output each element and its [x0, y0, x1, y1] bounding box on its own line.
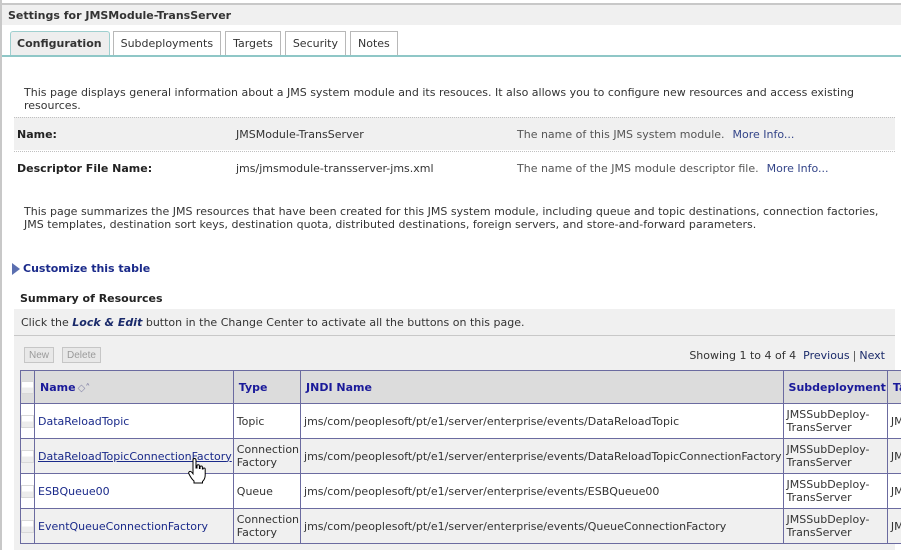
resource-name-link[interactable]: DataReloadTopic	[38, 415, 129, 428]
type-cell: Topic	[232, 403, 302, 439]
row-checkbox[interactable]	[21, 414, 34, 428]
resource-name-link[interactable]: EventQueueConnectionFactory	[38, 520, 208, 533]
tab-configuration[interactable]: Configuration	[10, 31, 110, 56]
new-button[interactable]: New	[24, 347, 55, 363]
row-select-cell	[20, 438, 35, 474]
jndi-cell: jms/com/peoplesoft/pt/e1/server/enterpri…	[300, 508, 784, 544]
jndi-cell: jms/com/peoplesoft/pt/e1/server/enterpri…	[300, 438, 784, 474]
previous-link[interactable]: Previous	[803, 349, 850, 362]
tab-bar: Configuration Subdeployments Targets Sec…	[10, 31, 402, 56]
customize-label: Customize this table	[23, 262, 151, 275]
tab-targets[interactable]: Targets	[225, 31, 281, 56]
targets-cell: JMSServer1	[886, 508, 901, 544]
row-checkbox[interactable]	[21, 449, 34, 463]
property-help: The name of the JMS module descriptor fi…	[517, 162, 829, 175]
column-label: Name	[40, 380, 76, 394]
property-value: JMSModule-TransServer	[236, 128, 364, 141]
tab-security[interactable]: Security	[284, 31, 346, 56]
pager-separator: |	[852, 349, 857, 362]
intro-text: This page displays general information a…	[24, 86, 855, 112]
customize-table-toggle[interactable]: Customize this table	[12, 262, 150, 275]
column-header-name[interactable]: Name ◇˄	[34, 370, 234, 404]
property-row-name: Name: JMSModule-TransServer The name of …	[14, 117, 895, 150]
name-cell: DataReloadTopic	[34, 403, 234, 439]
table-row: DataReloadTopic Topic jms/com/peoplesoft…	[20, 403, 901, 439]
page-title: Settings for JMSModule-TransServer	[2, 3, 901, 25]
sort-ascending-icon[interactable]: ◇˄	[78, 383, 91, 394]
subdeployment-cell: JMSSubDeploy-TransServer	[782, 473, 888, 509]
delete-button[interactable]: Delete	[62, 347, 101, 363]
type-cell: Connection Factory	[232, 508, 302, 544]
property-value: jms/jmsmodule-transserver-jms.xml	[236, 162, 434, 175]
lock-msg-text: Click the	[21, 316, 73, 329]
resources-table: Name◇˄ Type JNDI Name Subdeployment Targ…	[20, 370, 901, 544]
subdeployment-cell: JMSSubDeploy-TransServer	[782, 403, 888, 439]
pagination-status: Showing 1 to 4 of 4	[689, 349, 797, 362]
expand-triangle-icon	[12, 262, 20, 275]
row-select-cell	[20, 473, 35, 509]
property-label: Descriptor File Name:	[17, 162, 153, 175]
row-select-cell	[20, 403, 35, 439]
property-label: Name:	[17, 128, 57, 141]
lock-edit-emphasis: Lock & Edit	[72, 316, 143, 329]
resource-name-link[interactable]: ESBQueue00	[38, 485, 110, 498]
tab-subdeployments[interactable]: Subdeployments	[112, 31, 222, 56]
table-row: EventQueueConnectionFactory Connection F…	[20, 508, 901, 544]
row-select-cell	[20, 508, 35, 544]
targets-cell: JMSServer1	[886, 473, 901, 509]
subdeployment-cell: JMSSubDeploy-TransServer	[782, 508, 888, 544]
column-header-jndi-name[interactable]: JNDI Name	[300, 370, 784, 404]
table-row: ESBQueue00 Queue jms/com/peoplesoft/pt/e…	[20, 473, 901, 509]
summary-description: This page summarizes the JMS resources t…	[24, 205, 879, 231]
jndi-cell: jms/com/peoplesoft/pt/e1/server/enterpri…	[300, 403, 784, 439]
tab-divider	[2, 55, 901, 57]
lock-edit-message: Click the Lock & Edit button in the Chan…	[14, 309, 895, 335]
property-row-descriptor: Descriptor File Name: jms/jmsmodule-tran…	[14, 151, 895, 184]
select-all-cell	[20, 370, 35, 404]
column-header-subdeployment[interactable]: Subdeployment	[782, 370, 888, 404]
more-info-link[interactable]: More Info...	[733, 128, 795, 141]
property-help-text: The name of this JMS system module.	[517, 128, 725, 141]
column-header-type[interactable]: Type	[232, 370, 302, 404]
tab-notes[interactable]: Notes	[350, 31, 398, 56]
more-info-link[interactable]: More Info...	[767, 162, 829, 175]
column-header-targets[interactable]: Targets	[886, 370, 901, 404]
type-cell: Connection Factory	[232, 438, 302, 474]
pagination: Showing 1 to 4 of 4 Previous | Next	[689, 349, 885, 362]
hand-pointer-cursor-icon	[188, 458, 206, 484]
property-help: The name of this JMS system module. More …	[517, 128, 794, 141]
section-title: Summary of Resources	[20, 292, 163, 305]
subdeployment-cell: JMSSubDeploy-TransServer	[782, 438, 888, 474]
property-help-text: The name of the JMS module descriptor fi…	[517, 162, 759, 175]
type-cell: Queue	[232, 473, 302, 509]
next-link[interactable]: Next	[859, 349, 885, 362]
targets-cell: JMSServer1	[886, 403, 901, 439]
table-header-row: Name◇˄ Type JNDI Name Subdeployment Targ…	[20, 370, 901, 404]
select-all-checkbox[interactable]	[21, 380, 34, 394]
table-row: DataReloadTopicConnectionFactory Connect…	[20, 438, 901, 474]
targets-cell: JMSServer1	[886, 438, 901, 474]
name-cell: EventQueueConnectionFactory	[34, 508, 234, 544]
lock-msg-text: button in the Change Center to activate …	[142, 316, 525, 329]
jndi-cell: jms/com/peoplesoft/pt/e1/server/enterpri…	[300, 473, 784, 509]
row-checkbox[interactable]	[21, 519, 34, 533]
row-checkbox[interactable]	[21, 484, 34, 498]
